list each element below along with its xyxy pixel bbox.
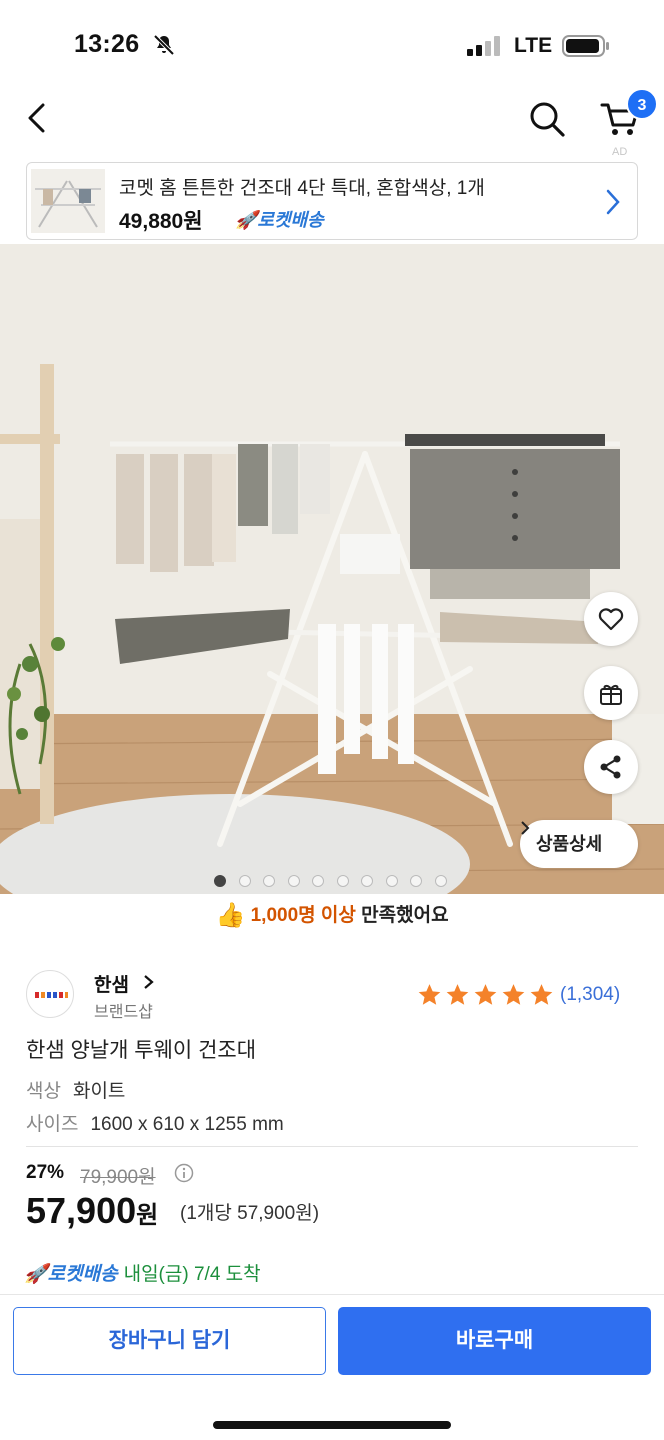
rating-stars (416, 982, 556, 1013)
sale-price-unit: 원 (136, 1202, 159, 1229)
star-icon (530, 984, 553, 1005)
hanssem-logo (35, 992, 68, 998)
carousel-dot[interactable] (434, 875, 447, 887)
delivery-rocket-text: 로켓배송 (47, 1264, 118, 1285)
status-time: 13:26 (74, 30, 140, 58)
satisfaction-count: 1,000명 이상 (250, 905, 356, 926)
carousel-dot[interactable] (214, 875, 226, 887)
option-row-color: 색상 화이트 (26, 1076, 125, 1103)
satisfaction-banner: 👍 1,000명 이상 만족했어요 (0, 900, 664, 940)
home-indicator (213, 1421, 451, 1429)
wishlist-button[interactable] (584, 592, 638, 646)
ad-price: 49,880원 (119, 210, 203, 233)
thumbs-up-icon: 👍 (215, 902, 246, 930)
carousel-dot[interactable] (385, 875, 398, 887)
ad-rocket-label: 🚀로켓배송 (235, 210, 324, 230)
delivery-info: 🚀로켓배송 내일(금) 7/4 도착 (24, 1259, 261, 1286)
delivery-date: 내일(금) 7/4 도착 (123, 1264, 261, 1285)
option-value: 1600 x 610 x 1255 mm (90, 1114, 284, 1135)
carousel-dot[interactable] (410, 875, 422, 887)
add-to-cart-button[interactable]: 장바구니 담기 (13, 1307, 326, 1375)
star-icon (502, 984, 525, 1005)
gift-button[interactable] (584, 666, 638, 720)
bottom-action-bar: 장바구니 담기 바로구매 (0, 1294, 664, 1440)
carousel-dot[interactable] (287, 875, 300, 887)
chevron-right-icon (521, 821, 530, 835)
brand-name[interactable]: 한샘 (94, 970, 129, 997)
ad-banner[interactable]: 코멧 홈 튼튼한 건조대 4단 특대, 혼합색상, 1개 49,880원 🚀로켓… (26, 162, 638, 240)
unit-price: (1개당 57,900원) (180, 1203, 320, 1224)
bell-slash-icon (153, 34, 175, 56)
option-key: 사이즈 (26, 1114, 79, 1135)
battery-icon (562, 35, 609, 57)
star-icon (446, 984, 469, 1005)
ad-title: 코멧 홈 튼튼한 건조대 4단 특대, 혼합색상, 1개 (119, 178, 485, 199)
option-key: 색상 (26, 1081, 61, 1102)
gift-icon (600, 684, 622, 705)
delivery-rocket-label: 🚀로켓배송 (24, 1264, 118, 1285)
product-detail-label: 상품상세 (536, 834, 603, 854)
brand-logo[interactable] (26, 970, 74, 1018)
carousel-dot[interactable] (336, 875, 349, 887)
product-detail-button[interactable]: 상품상세 (520, 820, 638, 868)
option-value: 화이트 (72, 1081, 126, 1102)
product-image-carousel[interactable]: 상품상세 (0, 244, 664, 894)
heart-icon (598, 608, 624, 631)
back-arrow-icon[interactable] (22, 100, 52, 136)
carousel-dot[interactable] (312, 875, 324, 887)
carousel-dot[interactable] (361, 875, 373, 887)
share-icon (600, 755, 621, 779)
star-icon (474, 984, 497, 1005)
review-count[interactable]: (1,304) (560, 984, 620, 1006)
carousel-dot[interactable] (263, 875, 275, 887)
sale-price-value: 57,900 (26, 1190, 137, 1231)
discount-rate: 27% (26, 1162, 65, 1183)
divider (26, 1146, 638, 1147)
original-price: 79,900원 (80, 1167, 156, 1188)
status-bar: 13:26 LTE (0, 0, 664, 90)
sale-price: 57,900원 (26, 1190, 158, 1232)
ad-thumbnail (31, 169, 105, 233)
ad-rocket-text: 로켓배송 (257, 210, 324, 230)
chevron-right-icon (606, 189, 620, 215)
brand-shop-label: 브랜드샵 (94, 1004, 153, 1021)
product-title: 한샘 양날개 투웨이 건조대 (26, 1039, 257, 1062)
ad-label: AD (612, 146, 628, 158)
product-photo (0, 244, 664, 894)
top-nav (0, 90, 664, 154)
signal-icon (467, 36, 500, 56)
satisfaction-text: 만족했어요 (355, 905, 449, 926)
chevron-right-icon (144, 975, 154, 989)
info-icon[interactable] (174, 1163, 194, 1183)
cart-count-badge: 3 (626, 88, 658, 120)
buy-now-button[interactable]: 바로구매 (338, 1307, 651, 1375)
share-button[interactable] (584, 740, 638, 794)
carousel-dot[interactable] (238, 875, 251, 887)
network-label: LTE (514, 34, 553, 57)
search-icon[interactable] (528, 100, 566, 138)
star-icon (418, 984, 441, 1005)
option-row-size: 사이즈 1600 x 610 x 1255 mm (26, 1109, 284, 1136)
